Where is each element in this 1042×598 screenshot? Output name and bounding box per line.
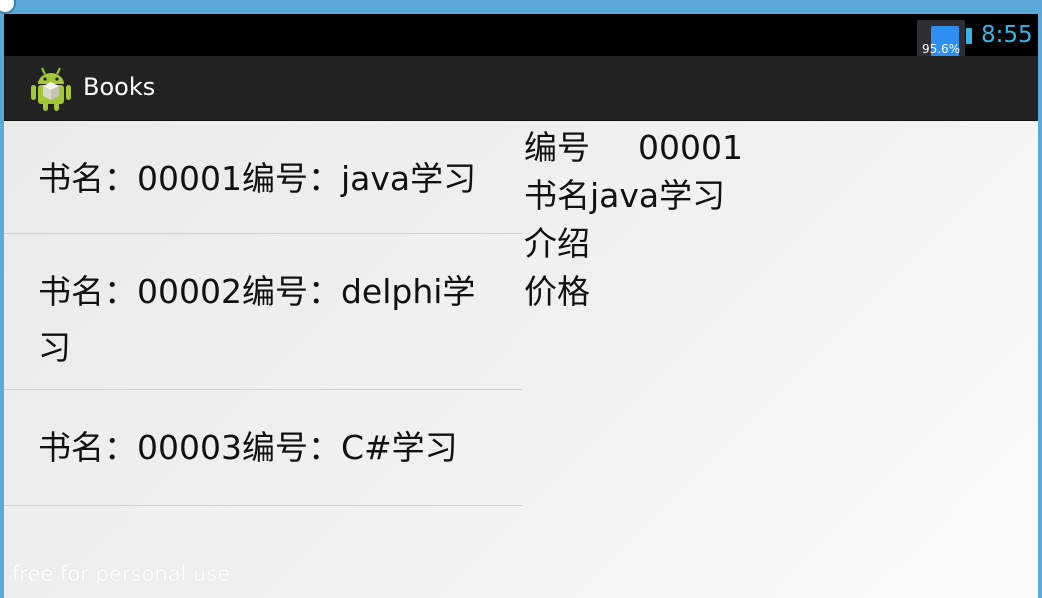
emulator-window: 95.6% 8:55 Books 书名：00001编号：java学习 书名：00… — [0, 0, 1042, 598]
detail-name-value: java学习 — [590, 176, 726, 215]
detail-id-value: 00001 — [638, 128, 743, 167]
book-label: 书名：00003编号：C#学习 — [38, 428, 458, 467]
watermark: free for personal use — [12, 562, 231, 586]
detail-id-label: 编号 — [524, 128, 590, 167]
host-window-title-strip — [0, 0, 1042, 14]
book-label: 书名：00001编号：java学习 — [38, 159, 477, 198]
clock: 8:55 — [981, 22, 1033, 48]
detail-name-row: 书名java学习 — [524, 172, 1004, 220]
app-title: Books — [83, 73, 156, 101]
status-bar: 95.6% 8:55 — [4, 14, 1038, 68]
list-item[interactable]: 书名：00003编号：C#学习 — [4, 390, 522, 506]
android-robot-icon[interactable] — [28, 64, 74, 112]
detail-name-label: 书名 — [524, 176, 590, 215]
detail-price-row: 价格 — [524, 268, 1004, 316]
window-control-icon[interactable] — [0, 0, 16, 14]
battery-percent: 95.6% — [921, 42, 961, 56]
book-detail: 编号 00001 书名java学习 介绍 价格 — [524, 124, 1004, 316]
signal-icon — [966, 28, 972, 44]
detail-intro-row: 介绍 — [524, 220, 1004, 268]
detail-price-label: 价格 — [524, 272, 590, 311]
list-item[interactable]: 书名：00001编号：java学习 — [4, 121, 522, 234]
device-screen: 95.6% 8:55 Books 书名：00001编号：java学习 书名：00… — [4, 14, 1038, 598]
detail-id-row: 编号 00001 — [524, 124, 1004, 172]
list-item[interactable]: 书名：00002编号：delphi学习 — [4, 234, 522, 390]
action-bar: Books — [4, 56, 1038, 121]
detail-intro-label: 介绍 — [524, 224, 590, 263]
book-label: 书名：00002编号：delphi学习 — [38, 272, 476, 367]
book-list: 书名：00001编号：java学习 书名：00002编号：delphi学习 书名… — [4, 121, 522, 506]
